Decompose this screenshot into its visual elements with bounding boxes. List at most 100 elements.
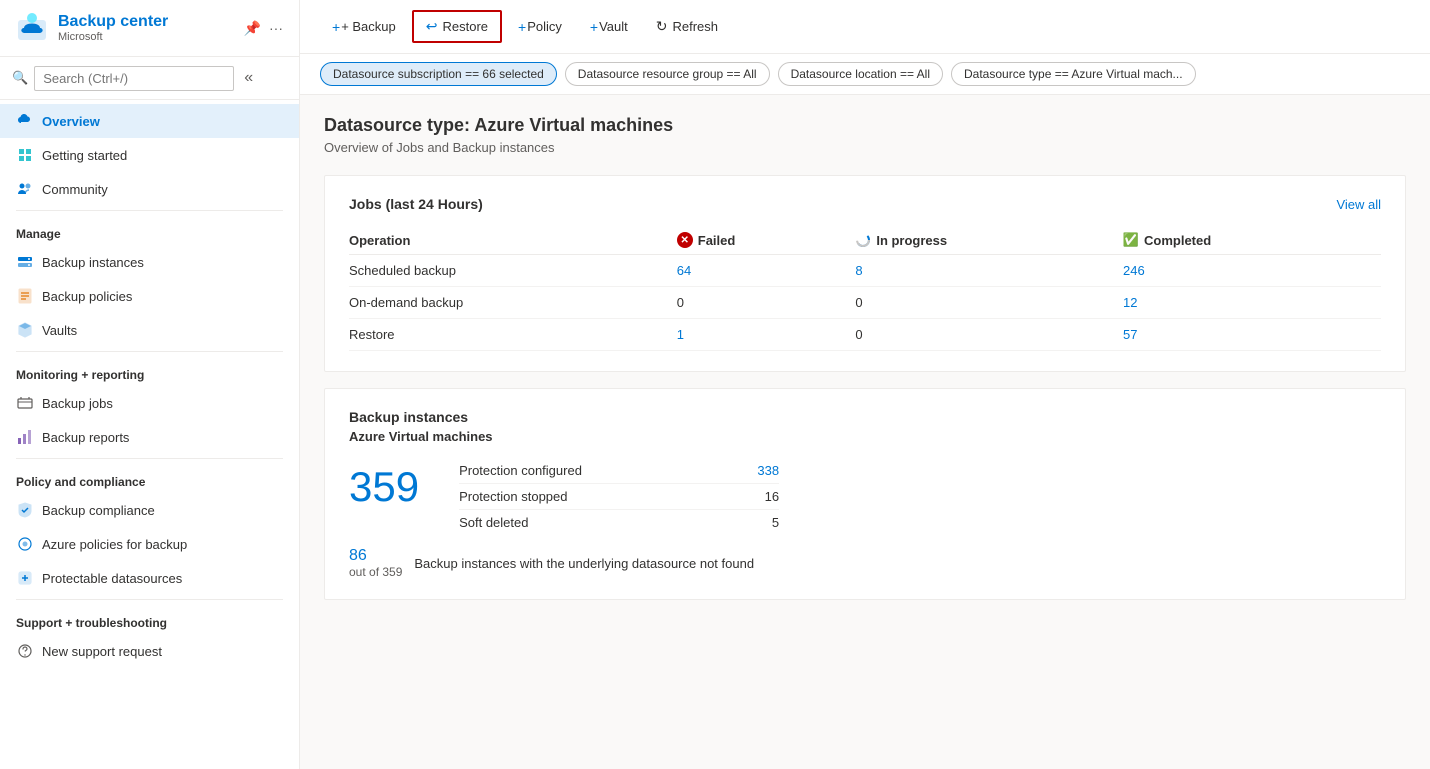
restore-failed[interactable]: 1 [677, 327, 684, 342]
manage-divider [16, 210, 283, 211]
monitoring-section-label: Monitoring + reporting [0, 356, 299, 386]
restore-button-label: Restore [443, 19, 489, 34]
instances-row: 359 Protection configured 338 Protection… [349, 458, 1381, 535]
backup-instances-card: Backup instances Azure Virtual machines … [324, 388, 1406, 600]
sidebar-item-backup-reports[interactable]: Backup reports [0, 420, 299, 454]
pin-icon[interactable]: 📌 [244, 20, 261, 37]
type-filter-chip[interactable]: Datasource type == Azure Virtual mach... [951, 62, 1196, 86]
sidebar-item-label-new-support: New support request [42, 644, 162, 659]
sidebar-item-backup-jobs[interactable]: Backup jobs [0, 386, 299, 420]
jobs-table: Operation ✕ Failed [349, 226, 1381, 351]
sidebar-item-backup-compliance[interactable]: Backup compliance [0, 493, 299, 527]
jobs-icon [16, 394, 34, 412]
page-subtitle: Overview of Jobs and Backup instances [324, 140, 1406, 155]
sidebar-item-label-backup-policies: Backup policies [42, 289, 132, 304]
soft-deleted-row: Soft deleted 5 [459, 510, 779, 535]
content-area: Datasource type: Azure Virtual machines … [300, 95, 1430, 769]
jobs-card: Jobs (last 24 Hours) View all Operation … [324, 175, 1406, 372]
soft-deleted-label: Soft deleted [459, 515, 528, 530]
col-header-failed: ✕ Failed [677, 226, 856, 255]
failed-header-label: Failed [698, 233, 736, 248]
start-icon [16, 146, 34, 164]
completed-header-label: Completed [1144, 233, 1211, 248]
op-scheduled: Scheduled backup [349, 255, 677, 287]
subscription-filter-chip[interactable]: Datasource subscription == 66 selected [320, 62, 557, 86]
vaults-icon [16, 321, 34, 339]
policy-divider [16, 458, 283, 459]
plus-icon-vault: + [590, 19, 598, 35]
sidebar-item-protectable[interactable]: Protectable datasources [0, 561, 299, 595]
sidebar-item-label-azure-policies: Azure policies for backup [42, 537, 187, 552]
toolbar: + + Backup ↩ Restore + Policy + Vault ↻ … [300, 0, 1430, 54]
support-divider [16, 599, 283, 600]
sidebar-item-label-backup-reports: Backup reports [42, 430, 129, 445]
refresh-button-label: Refresh [673, 19, 719, 34]
sidebar-item-vaults[interactable]: Vaults [0, 313, 299, 347]
bottom-instances-sub: out of 359 [349, 565, 402, 579]
bottom-instances-desc: Backup instances with the underlying dat… [414, 556, 754, 571]
sidebar-item-backup-policies[interactable]: Backup policies [0, 279, 299, 313]
jobs-card-title: Jobs (last 24 Hours) View all [349, 196, 1381, 212]
ondemand-in-progress: 0 [855, 295, 862, 310]
bottom-instances-number[interactable]: 86 [349, 547, 402, 565]
monitoring-divider [16, 351, 283, 352]
col-header-in-progress: In progress [855, 226, 1123, 255]
plus-icon-policy: + [518, 19, 526, 35]
backup-button-label: + Backup [341, 19, 396, 34]
sidebar-item-label-community: Community [42, 182, 108, 197]
refresh-button[interactable]: ↻ Refresh [644, 12, 730, 41]
protection-stopped-row: Protection stopped 16 [459, 484, 779, 510]
more-options-icon[interactable]: ··· [269, 20, 283, 37]
sidebar-item-label-overview: Overview [42, 114, 100, 129]
ondemand-completed[interactable]: 12 [1123, 295, 1137, 310]
total-instances-number[interactable]: 359 [349, 458, 419, 508]
resource-group-filter-label: Datasource resource group == All [578, 67, 757, 81]
vault-button[interactable]: + Vault [578, 13, 640, 41]
backup-button[interactable]: + + Backup [320, 13, 408, 41]
sidebar-item-label-getting-started: Getting started [42, 148, 127, 163]
ondemand-failed: 0 [677, 295, 684, 310]
location-filter-chip[interactable]: Datasource location == All [778, 62, 943, 86]
sidebar-search-area: 🔍 « [0, 57, 299, 100]
soft-deleted-value: 5 [772, 515, 779, 530]
collapse-sidebar-button[interactable]: « [240, 65, 257, 91]
app-title-block: Backup center Microsoft [58, 13, 234, 43]
jobs-title-text: Jobs (last 24 Hours) [349, 196, 483, 212]
community-icon [16, 180, 34, 198]
sidebar: Backup center Microsoft 📌 ··· 🔍 « Overvi… [0, 0, 300, 769]
page-title: Datasource type: Azure Virtual machines [324, 115, 1406, 136]
restore-button[interactable]: ↩ Restore [412, 10, 502, 43]
search-input[interactable] [34, 66, 234, 91]
vault-button-label: Vault [599, 19, 628, 34]
sidebar-item-community[interactable]: Community [0, 172, 299, 206]
op-on-demand: On-demand backup [349, 287, 677, 319]
sidebar-item-backup-instances[interactable]: Backup instances [0, 245, 299, 279]
scheduled-in-progress[interactable]: 8 [855, 263, 862, 278]
restore-icon: ↩ [426, 18, 438, 35]
table-row: Scheduled backup 64 8 246 [349, 255, 1381, 287]
sidebar-item-new-support[interactable]: New support request [0, 634, 299, 668]
reports-icon [16, 428, 34, 446]
sidebar-item-azure-policies[interactable]: Azure policies for backup [0, 527, 299, 561]
protection-configured-value[interactable]: 338 [757, 463, 779, 478]
scheduled-completed[interactable]: 246 [1123, 263, 1145, 278]
view-all-link[interactable]: View all [1336, 197, 1381, 212]
instances-bottom: 86 out of 359 Backup instances with the … [349, 547, 1381, 579]
app-icon [16, 12, 48, 44]
instances-icon [16, 253, 34, 271]
manage-section-label: Manage [0, 215, 299, 245]
sidebar-item-overview[interactable]: Overview [0, 104, 299, 138]
resource-group-filter-chip[interactable]: Datasource resource group == All [565, 62, 770, 86]
sidebar-item-getting-started[interactable]: Getting started [0, 138, 299, 172]
sidebar-item-label-backup-jobs: Backup jobs [42, 396, 113, 411]
policy-button[interactable]: + Policy [506, 13, 574, 41]
scheduled-failed[interactable]: 64 [677, 263, 691, 278]
backup-instances-datasource: Azure Virtual machines [349, 429, 1381, 444]
table-row: Restore 1 0 57 [349, 319, 1381, 351]
restore-completed[interactable]: 57 [1123, 327, 1137, 342]
sidebar-item-label-vaults: Vaults [42, 323, 77, 338]
instances-bottom-number-block: 86 out of 359 [349, 547, 402, 579]
policy-button-label: Policy [527, 19, 562, 34]
app-subtitle: Microsoft [58, 31, 234, 43]
table-row: On-demand backup 0 0 12 [349, 287, 1381, 319]
